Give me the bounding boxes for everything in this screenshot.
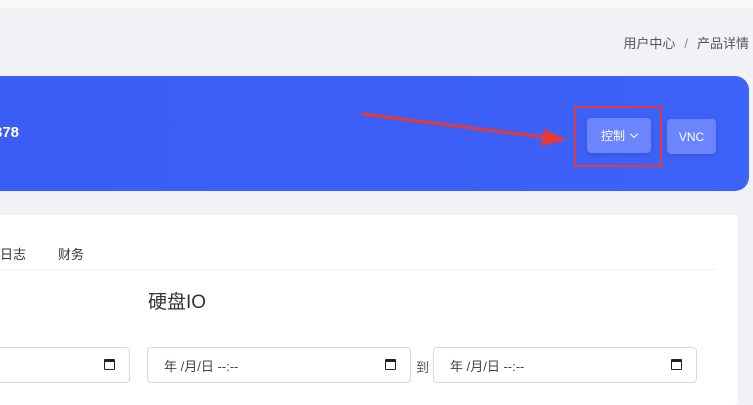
top-strip <box>0 0 753 8</box>
tab-finance[interactable]: 财务 <box>58 244 84 263</box>
calendar-icon[interactable] <box>385 359 396 370</box>
breadcrumb-separator: / <box>684 36 688 51</box>
date-input-partial[interactable] <box>0 347 130 383</box>
date-range-to-label: 到 <box>416 360 430 375</box>
calendar-icon[interactable] <box>104 359 115 370</box>
vnc-button[interactable]: VNC <box>667 119 716 154</box>
annotation-arrow <box>361 112 567 146</box>
annotation-highlight-box <box>574 106 662 167</box>
disk-io-start-date-input[interactable]: 年 /月/日 --:-- <box>147 347 411 383</box>
breadcrumb-product-detail: 产品详情 <box>696 36 749 51</box>
disk-io-title: 硬盘IO <box>148 292 207 313</box>
vnc-label: VNC <box>678 129 705 144</box>
server-id: 378 <box>0 124 20 141</box>
breadcrumb: 用户中心 / 产品详情 <box>623 33 749 52</box>
date-placeholder: 年 /月/日 --:-- <box>450 358 525 374</box>
calendar-icon[interactable] <box>671 359 682 370</box>
breadcrumb-user-center[interactable]: 用户中心 <box>623 36 675 51</box>
tab-divider <box>0 269 717 270</box>
tab-log[interactable]: 日志 <box>0 244 26 263</box>
date-placeholder: 年 /月/日 --:-- <box>164 358 239 374</box>
disk-io-end-date-input[interactable]: 年 /月/日 --:-- <box>433 347 697 383</box>
